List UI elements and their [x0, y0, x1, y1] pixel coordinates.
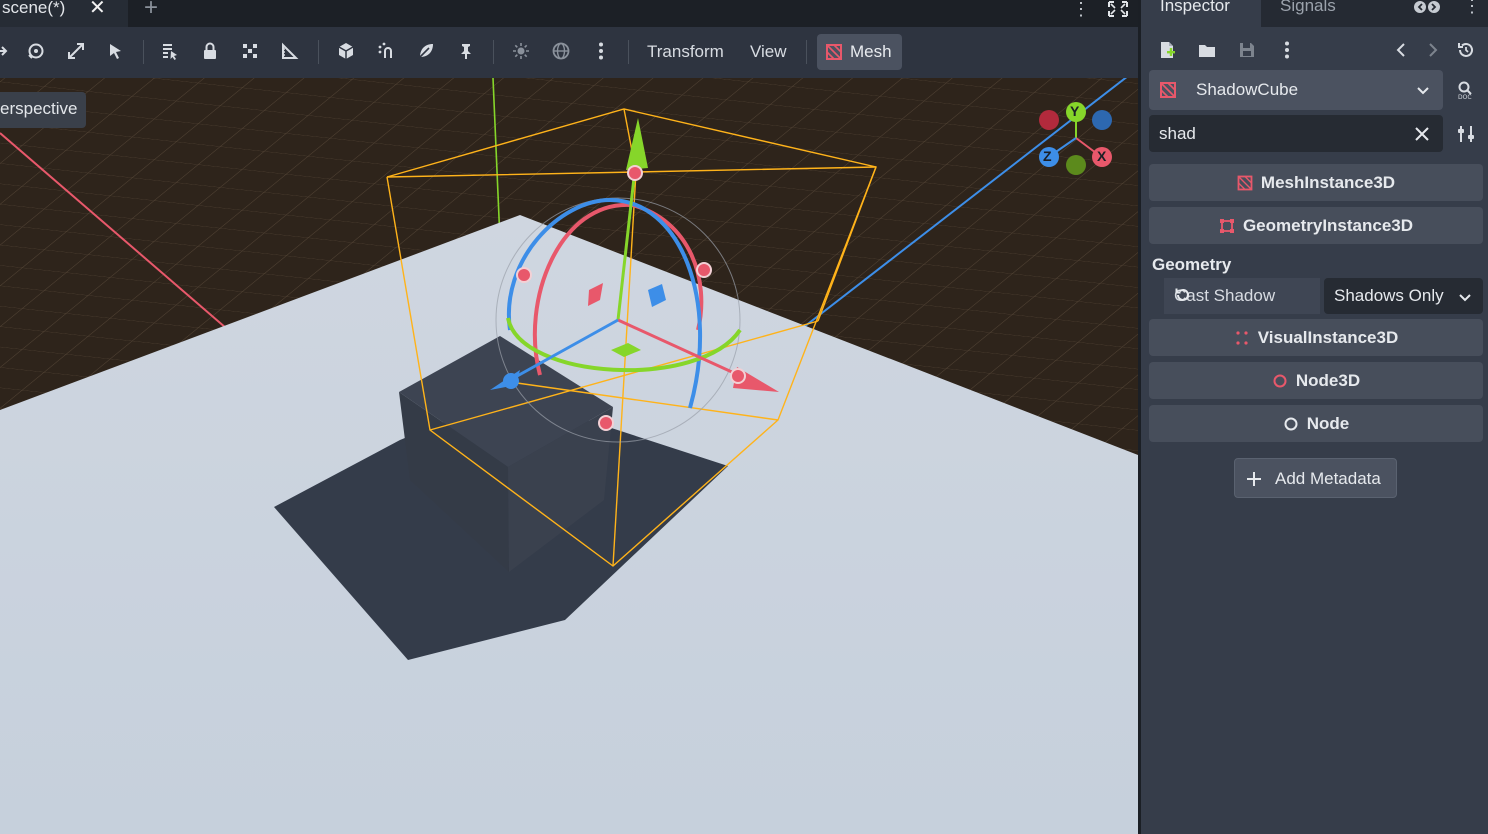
gizmo-y-label: Y	[1070, 103, 1080, 119]
scene-tab[interactable]: scene(*) ✕	[0, 0, 128, 27]
fullscreen-icon[interactable]	[1107, 0, 1129, 18]
local-space-icon[interactable]	[336, 41, 356, 61]
mesh-instance-icon	[1159, 81, 1177, 99]
move-tool-icon[interactable]	[0, 41, 12, 61]
revert-icon[interactable]	[1174, 286, 1192, 304]
ruler-icon[interactable]	[280, 41, 300, 61]
chevron-down-icon	[1458, 289, 1472, 303]
group-icon[interactable]	[240, 41, 260, 61]
add-tab-icon[interactable]: +	[144, 0, 158, 20]
view-menu[interactable]: View	[750, 40, 787, 64]
object-history-icon[interactable]	[1456, 40, 1476, 60]
viewport-scene	[0, 78, 1138, 834]
toolbar-separator	[318, 40, 319, 64]
select-tool-icon[interactable]	[106, 41, 126, 61]
view-mode-menu[interactable]: erspective	[0, 92, 86, 128]
view-mode-label: erspective	[0, 99, 78, 118]
selected-node-dropdown[interactable]: ShadowCube	[1149, 70, 1443, 110]
add-metadata-label: Add Metadata	[1275, 469, 1381, 488]
section-node3d-label: Node3D	[1295, 371, 1361, 390]
section-node3d[interactable]: Node3D	[1149, 362, 1483, 399]
preview-sun-icon[interactable]	[511, 41, 531, 61]
save-icon[interactable]	[1237, 40, 1257, 60]
toolbar-separator	[493, 40, 494, 64]
mesh-instance-icon	[1237, 175, 1253, 191]
section-geometryinstance3d-label: GeometryInstance3D	[1242, 216, 1414, 235]
pin-icon[interactable]	[456, 41, 476, 61]
node-icon	[1283, 416, 1299, 432]
dock-tabs: Inspector Signals ⋮	[1141, 0, 1488, 27]
mesh-instance-icon	[825, 43, 843, 61]
section-geometryinstance3d[interactable]: GeometryInstance3D	[1149, 207, 1483, 244]
svg-text:DOC: DOC	[1458, 94, 1472, 100]
preview-environment-icon[interactable]	[551, 41, 571, 61]
inspector-settings-icon[interactable]	[1456, 124, 1476, 144]
more-options-icon[interactable]	[591, 41, 611, 61]
kebab-menu-icon[interactable]: ⋮	[1463, 0, 1481, 17]
section-node[interactable]: Node	[1149, 405, 1483, 442]
clear-filter-icon[interactable]	[1413, 125, 1431, 143]
snap-icon[interactable]	[376, 41, 396, 61]
gizmo-z-label: Z	[1043, 148, 1052, 164]
tab-inspector[interactable]: Inspector	[1141, 0, 1261, 27]
dock-nav-arrows-icon[interactable]	[1413, 0, 1441, 14]
open-folder-icon[interactable]	[1197, 40, 1217, 60]
geometry-group-label[interactable]: Geometry	[1152, 254, 1231, 276]
mesh-menu-label: Mesh	[850, 42, 892, 61]
toolbar-separator	[143, 40, 144, 64]
more-options-icon[interactable]	[1277, 40, 1297, 60]
godot-editor: scene(*) ✕ + ⋮ Transform View Mesh Y Z X…	[0, 0, 1488, 834]
tab-inspector-label: Inspector	[1160, 0, 1230, 15]
list-select-icon[interactable]	[160, 41, 180, 61]
history-back-icon[interactable]	[1392, 40, 1412, 60]
section-visualinstance3d-label: VisualInstance3D	[1257, 328, 1399, 347]
new-resource-icon[interactable]	[1157, 40, 1177, 60]
tab-signals[interactable]: Signals	[1280, 0, 1336, 18]
cast-shadow-property: Cast Shadow Shadows Only	[1164, 278, 1483, 314]
mesh-menu-button[interactable]: Mesh	[817, 34, 902, 70]
cast-shadow-name: Cast Shadow	[1164, 278, 1320, 314]
open-docs-icon[interactable]: DOC	[1456, 80, 1476, 100]
chevron-down-icon	[1415, 82, 1431, 98]
lock-icon[interactable]	[200, 41, 220, 61]
geometry-instance-icon	[1219, 218, 1235, 234]
kebab-menu-icon[interactable]: ⋮	[1072, 0, 1090, 20]
cast-shadow-value: Shadows Only	[1334, 286, 1444, 305]
cast-shadow-dropdown[interactable]: Shadows Only	[1324, 278, 1483, 314]
toolbar-separator	[628, 40, 629, 64]
plus-icon	[1245, 470, 1263, 488]
gizmo-x-label: X	[1097, 148, 1107, 164]
section-node-label: Node	[1306, 414, 1350, 433]
3d-viewport[interactable]: Y Z X	[0, 78, 1138, 834]
transform-menu[interactable]: Transform	[647, 40, 724, 64]
section-meshinstance3d[interactable]: MeshInstance3D	[1149, 164, 1483, 201]
selected-node-label: ShadowCube	[1196, 80, 1299, 99]
scale-tool-icon[interactable]	[66, 41, 86, 61]
rotate-tool-icon[interactable]	[26, 41, 46, 61]
node3d-icon	[1272, 373, 1288, 389]
sun-env-icon[interactable]	[416, 41, 436, 61]
history-forward-icon[interactable]	[1422, 40, 1442, 60]
visual-instance-icon	[1234, 330, 1250, 346]
scene-tab-bar: scene(*) ✕ + ⋮	[0, 0, 1140, 27]
close-icon[interactable]: ✕	[89, 0, 106, 18]
section-meshinstance3d-label: MeshInstance3D	[1260, 173, 1396, 192]
filter-properties-input[interactable]	[1149, 115, 1409, 152]
add-metadata-button[interactable]: Add Metadata	[1234, 458, 1397, 498]
toolbar-separator	[806, 40, 807, 64]
scene-tab-label: scene(*)	[2, 0, 66, 17]
property-filter	[1149, 115, 1443, 152]
section-visualinstance3d[interactable]: VisualInstance3D	[1149, 319, 1483, 356]
